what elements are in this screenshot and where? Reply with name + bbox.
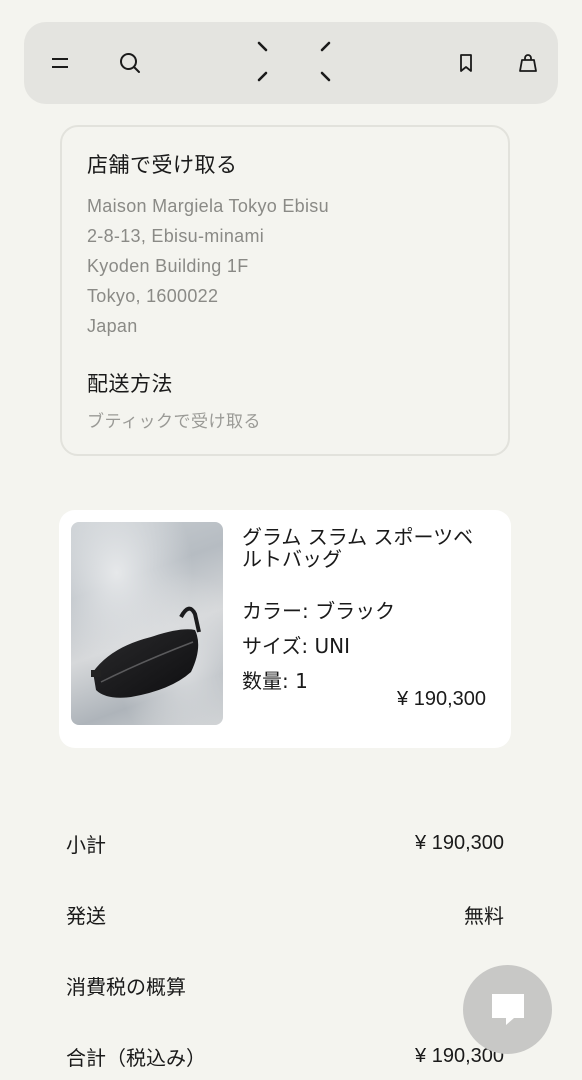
summary-row-shipping: 発送 無料 xyxy=(66,899,504,929)
address-line: 2-8-13, Ebisu-minami xyxy=(87,226,265,246)
top-nav-bar xyxy=(24,22,558,104)
chat-icon xyxy=(491,993,524,1025)
product-price: ¥ 190,300 xyxy=(397,688,486,710)
search-button[interactable] xyxy=(106,22,154,104)
menu-icon xyxy=(52,58,68,68)
checkout-page: 店舗で受け取る Maison Margiela Tokyo Ebisu 2-8-… xyxy=(0,0,582,1080)
summary-value: 無料 xyxy=(464,905,504,928)
bookmark-icon xyxy=(460,54,472,72)
wishlist-button[interactable] xyxy=(442,22,490,104)
summary-row-tax: 消費税の概算 合 xyxy=(66,970,504,1000)
summary-value: ¥ 190,300 xyxy=(415,831,504,854)
address-line: Tokyo, 1600022 xyxy=(87,286,219,306)
menu-button[interactable] xyxy=(36,22,84,104)
store-pickup-title: 店舗で受け取る xyxy=(87,153,238,177)
summary-label: 合計（税込み） xyxy=(66,1045,206,1070)
chat-button[interactable] xyxy=(463,965,552,1054)
address-line: Maison Margiela Tokyo Ebisu xyxy=(87,196,329,216)
summary-label: 小計 xyxy=(66,832,106,857)
shipping-method-title: 配送方法 xyxy=(87,372,173,396)
product-card: グラム スラム スポーツベルトバッグ カラー: ブラック サイズ: UNI 数量… xyxy=(59,510,511,748)
summary-row-subtotal: 小計 ¥ 190,300 xyxy=(66,828,504,858)
maison-margiela-logo xyxy=(257,41,331,82)
product-image[interactable] xyxy=(71,522,223,725)
summary-row-total: 合計（税込み） ¥ 190,300 xyxy=(66,1041,504,1071)
address-line: Japan xyxy=(87,316,138,336)
cart-button[interactable] xyxy=(504,22,552,104)
product-color: カラー: ブラック xyxy=(242,599,396,623)
summary-label: 消費税の概算 xyxy=(66,974,186,999)
store-address: Maison Margiela Tokyo Ebisu 2-8-13, Ebis… xyxy=(87,191,483,341)
address-line: Kyoden Building 1F xyxy=(87,256,249,276)
search-icon xyxy=(120,53,140,73)
store-pickup-card: 店舗で受け取る Maison Margiela Tokyo Ebisu 2-8-… xyxy=(60,125,510,456)
product-name[interactable]: グラム スラム スポーツベルトバッグ xyxy=(242,526,492,570)
shipping-method-value: ブティックで受け取る xyxy=(87,412,261,432)
product-size: サイズ: UNI xyxy=(242,634,350,658)
summary-label: 発送 xyxy=(66,903,106,928)
shopping-bag-icon xyxy=(519,54,537,72)
brand-logo[interactable] xyxy=(243,22,339,104)
product-quantity: 数量: 1 xyxy=(242,669,308,693)
